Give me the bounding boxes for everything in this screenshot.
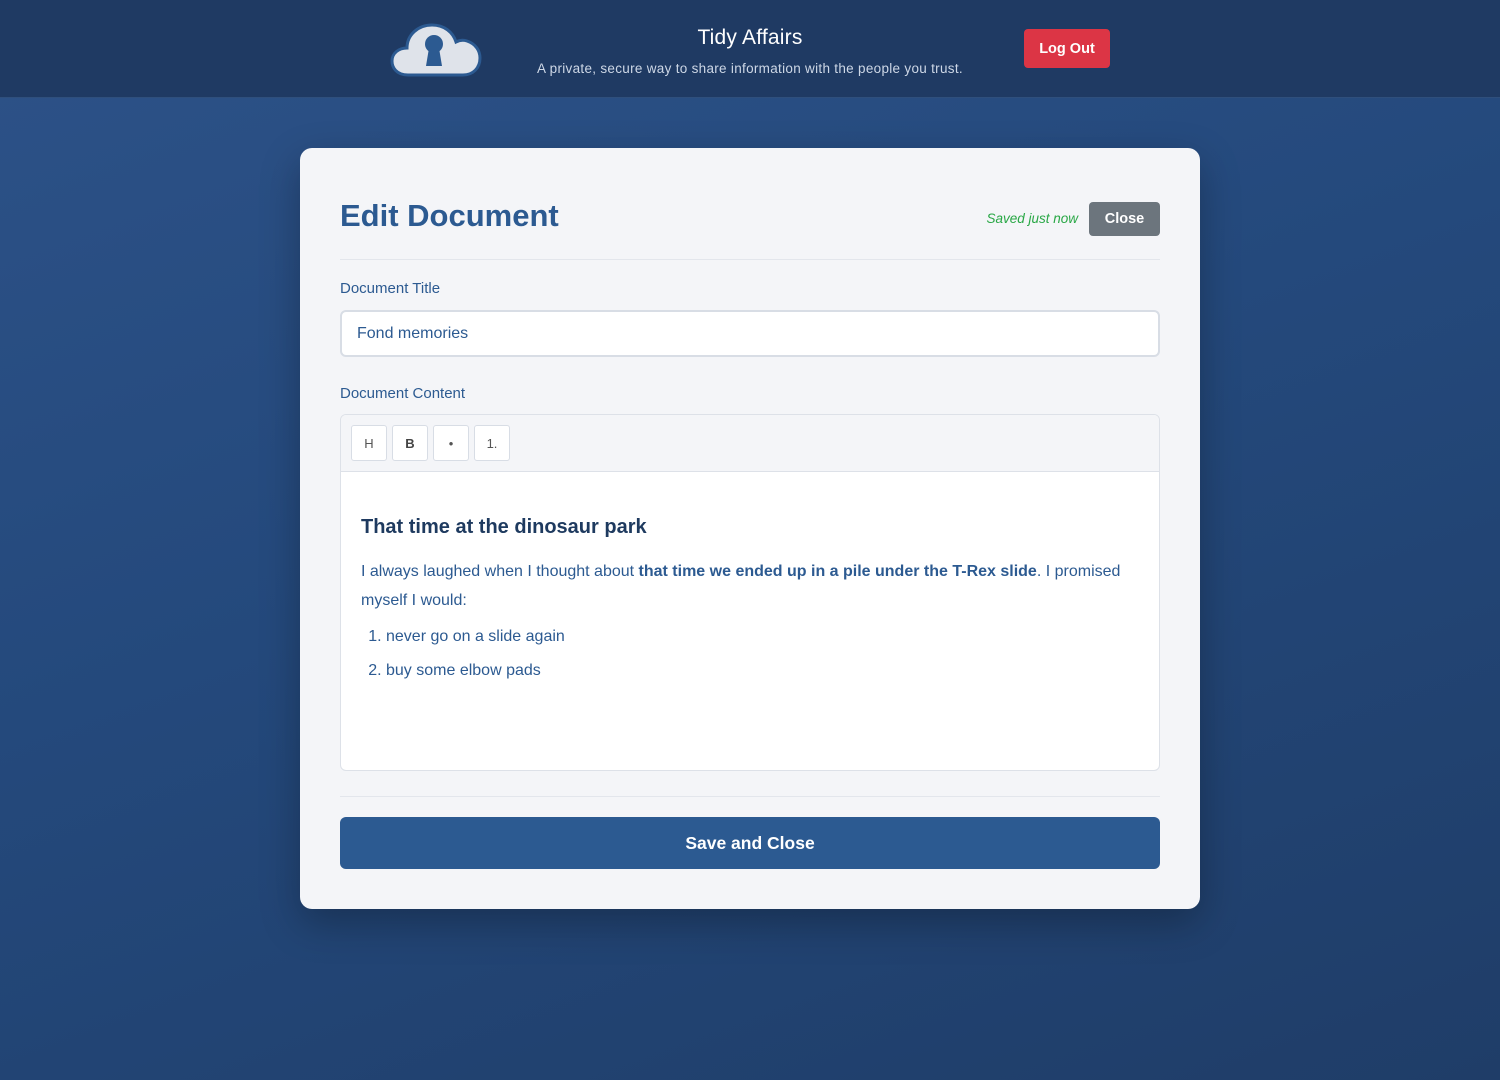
numbered-list-button[interactable]: 1. [474,425,510,461]
app-title: Tidy Affairs [697,26,803,49]
bold-button[interactable]: B [392,425,428,461]
editor-toolbar: H B • 1. [341,415,1159,472]
list-item: buy some elbow pads [386,659,1139,683]
heading-button[interactable]: H [351,425,387,461]
document-title-label: Document Title [340,280,441,297]
content-paragraph: I always laughed when I thought about th… [361,557,1141,615]
save-and-close-button[interactable]: Save and Close [340,817,1160,869]
document-title-input[interactable] [340,310,1160,357]
rich-text-editor: H B • 1. That time at the dinosaur park … [340,414,1160,771]
list-item: never go on a slide again [386,625,1139,649]
footer-divider [340,796,1160,797]
content-heading: That time at the dinosaur park [361,516,647,538]
saved-status: Saved just now [986,211,1078,226]
app-tagline: A private, secure way to share informati… [537,61,963,76]
editor-content-area[interactable]: That time at the dinosaur park I always … [341,472,1159,683]
card-header: Edit Document Saved just now Close [340,198,1160,260]
app-header: Tidy Affairs A private, secure way to sh… [0,0,1500,98]
close-button[interactable]: Close [1089,202,1160,236]
logout-button[interactable]: Log Out [1024,29,1110,68]
page-title: Edit Document [340,198,559,233]
header-branding: Tidy Affairs A private, secure way to sh… [0,26,1500,76]
document-content-label: Document Content [340,385,466,402]
bullet-list-button[interactable]: • [433,425,469,461]
edit-document-card: Edit Document Saved just now Close Docum… [300,148,1200,909]
paragraph-text-start: I always laughed when I thought about [361,563,639,580]
content-numbered-list: never go on a slide again buy some elbow… [361,625,1139,683]
paragraph-bold-text: that time we ended up in a pile under th… [638,563,1037,580]
